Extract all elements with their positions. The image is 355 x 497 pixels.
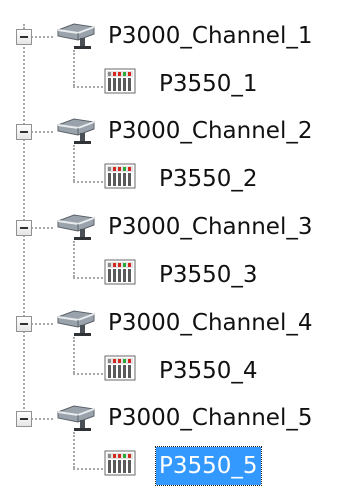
module-label[interactable]: P3550_4 bbox=[159, 352, 258, 390]
channel-label[interactable]: P3000_Channel_2 bbox=[108, 112, 312, 150]
tree-connector bbox=[73, 145, 75, 181]
channel-label[interactable]: P3000_Channel_3 bbox=[108, 208, 312, 246]
collapse-toggle-icon[interactable] bbox=[16, 316, 32, 332]
module-label[interactable]: P3550_3 bbox=[159, 256, 258, 294]
tree-connector bbox=[73, 50, 75, 86]
io-module-icon bbox=[104, 68, 136, 94]
channel-label[interactable]: P3000_Channel_5 bbox=[108, 399, 312, 437]
tree-connector bbox=[31, 36, 53, 38]
tree-connector bbox=[73, 432, 75, 468]
tree-connector bbox=[31, 418, 53, 420]
tree-connector bbox=[31, 323, 53, 325]
collapse-toggle-icon[interactable] bbox=[16, 411, 32, 427]
collapse-toggle-icon[interactable] bbox=[16, 124, 32, 140]
network-channel-icon bbox=[57, 214, 95, 241]
tree-connector bbox=[73, 181, 103, 183]
network-channel-icon bbox=[57, 310, 95, 337]
io-module-icon bbox=[104, 450, 136, 476]
module-label[interactable]: P3550_2 bbox=[159, 160, 258, 198]
network-channel-icon bbox=[57, 23, 95, 50]
tree-connector bbox=[31, 227, 53, 229]
collapse-toggle-icon[interactable] bbox=[16, 29, 32, 45]
tree-connector bbox=[31, 131, 53, 133]
io-module-icon bbox=[104, 163, 136, 189]
io-module-icon bbox=[104, 259, 136, 285]
module-label[interactable]: P3550_1 bbox=[159, 65, 258, 103]
tree-connector bbox=[73, 241, 75, 277]
io-module-icon bbox=[104, 355, 136, 381]
network-channel-icon bbox=[57, 405, 95, 432]
tree-connector bbox=[73, 277, 103, 279]
collapse-toggle-icon[interactable] bbox=[16, 220, 32, 236]
network-channel-icon bbox=[57, 118, 95, 145]
tree-connector bbox=[73, 86, 103, 88]
tree-connector bbox=[73, 373, 103, 375]
channel-label[interactable]: P3000_Channel_4 bbox=[108, 304, 312, 342]
tree-connector bbox=[73, 468, 103, 470]
device-tree: P3000_Channel_1 P3550_1 P3000_Channel_2 … bbox=[0, 0, 355, 497]
tree-connector bbox=[73, 337, 75, 373]
channel-label[interactable]: P3000_Channel_1 bbox=[108, 17, 312, 55]
module-label-selected[interactable]: P3550_5 bbox=[155, 446, 262, 486]
